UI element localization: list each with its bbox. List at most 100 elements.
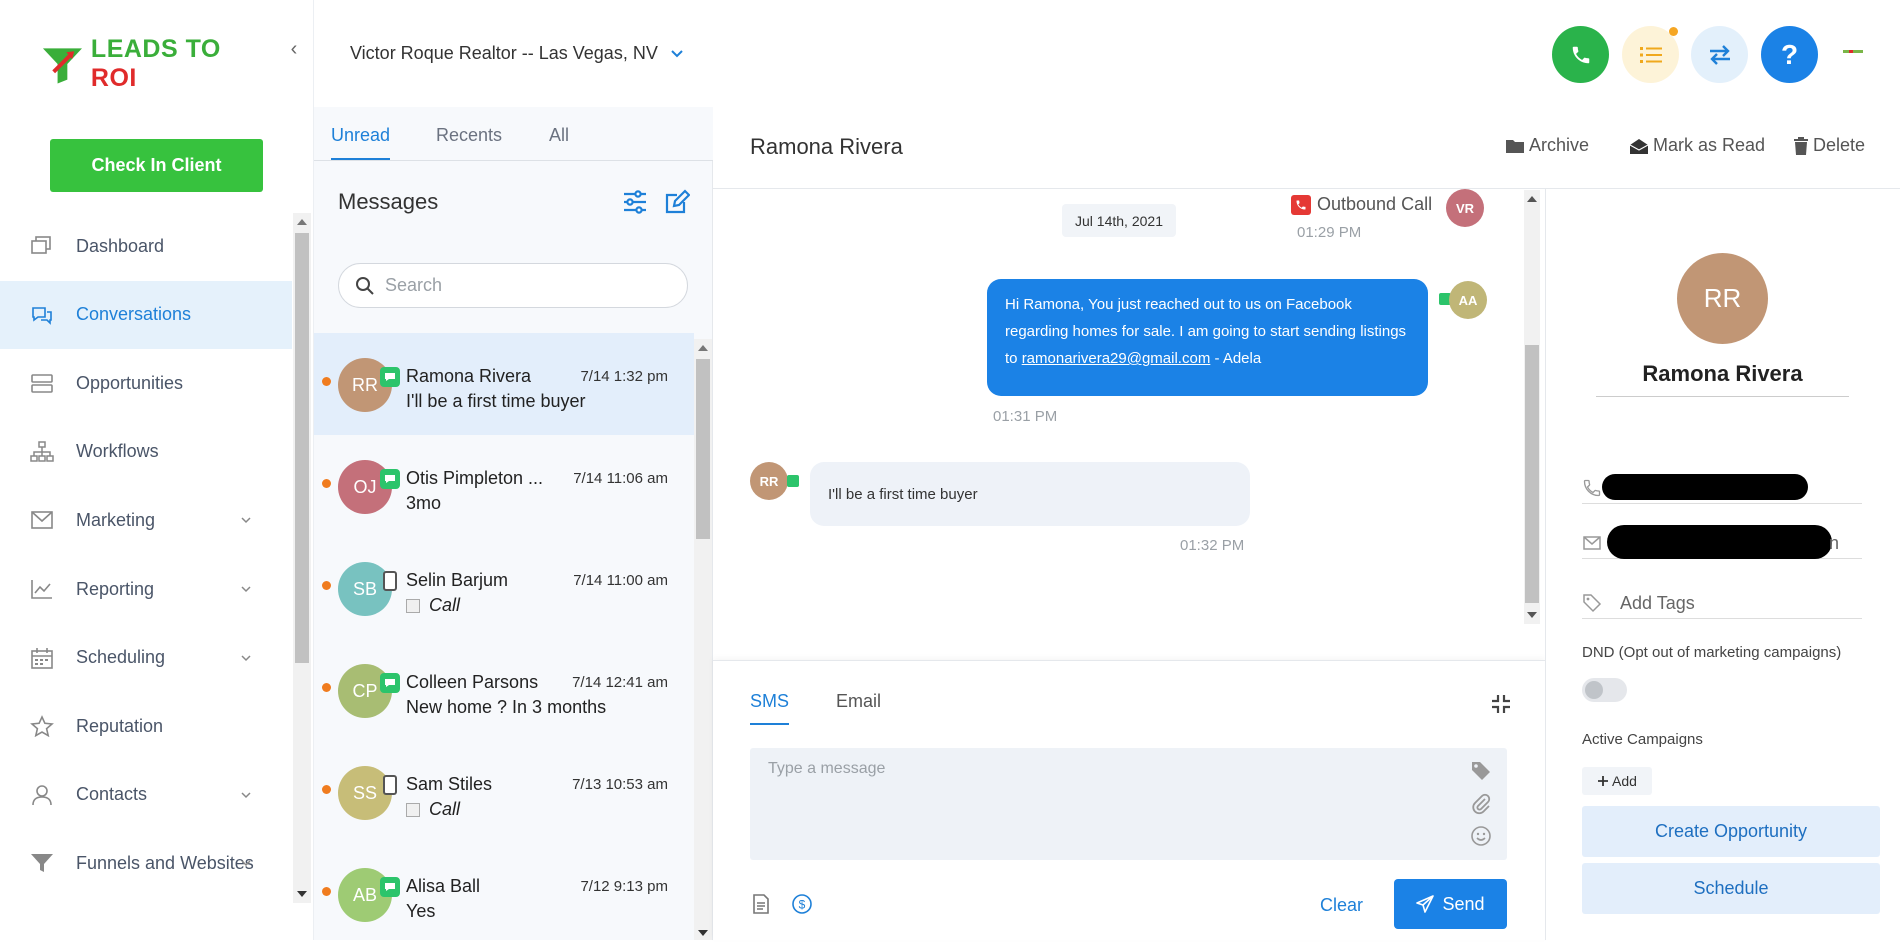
scrollbar-thumb[interactable]: [295, 233, 309, 663]
opportunities-icon: [31, 374, 53, 393]
tab-email[interactable]: Email: [836, 691, 881, 723]
search-input[interactable]: [385, 275, 665, 296]
sidebar-item-label: Scheduling: [76, 647, 166, 668]
sidebar-item-reputation[interactable]: Reputation: [0, 692, 292, 760]
collapse-composer-icon[interactable]: [1490, 693, 1512, 715]
scrollbar-thumb[interactable]: [696, 359, 710, 539]
conversation-item[interactable]: CP Colleen Parsons 7/14 12:41 am New home ?…: [314, 639, 694, 741]
sidebar-item-opportunities[interactable]: Opportunities: [0, 349, 292, 417]
chevron-down-icon: [241, 655, 251, 661]
chevron-down-icon: [241, 517, 251, 524]
sidebar-item-label: Dashboard: [76, 235, 165, 256]
phone-field[interactable]: [1582, 470, 1862, 504]
contact-name[interactable]: Ramona Rivera: [1596, 361, 1849, 397]
funnel-icon: [31, 854, 53, 873]
search-box[interactable]: [338, 263, 688, 308]
sidebar-item-contacts[interactable]: Contacts: [0, 761, 292, 829]
sidebar-item-dashboard[interactable]: Dashboard: [0, 212, 292, 280]
conversation-time: 7/14 11:06 am: [573, 470, 668, 487]
tag-outline-icon: [1583, 594, 1602, 613]
check-in-client-button[interactable]: Check In Client: [50, 139, 263, 192]
user-avatar-icon[interactable]: [1842, 47, 1864, 57]
tag-icon[interactable]: [1470, 760, 1492, 782]
add-campaign-button[interactable]: Add: [1582, 767, 1652, 795]
sidebar-scrollbar[interactable]: [293, 213, 311, 903]
sms-channel-icon: [380, 367, 400, 387]
mark-as-read-button[interactable]: Mark as Read: [1629, 135, 1765, 156]
filter-sliders-icon[interactable]: [622, 189, 648, 215]
folder-icon: [1506, 139, 1524, 153]
scroll-up-arrow-icon[interactable]: [1527, 196, 1537, 202]
collapse-sidebar-chevron-icon[interactable]: ‹: [284, 38, 304, 60]
sidebar-item-workflows[interactable]: Workflows: [0, 418, 292, 486]
email-field[interactable]: n: [1582, 525, 1862, 559]
calendar-icon: [31, 647, 53, 669]
send-button[interactable]: Send: [1394, 879, 1507, 929]
outgoing-message-time: 01:31 PM: [993, 408, 1058, 425]
logo-text: LEADS TO ROI: [90, 35, 221, 92]
message-input[interactable]: [768, 760, 1448, 840]
conversation-item[interactable]: SS Sam Stiles 7/13 10:53 am Call: [314, 741, 694, 843]
incoming-message-bubble: I'll be a first time buyer: [810, 462, 1250, 526]
email-link[interactable]: ramonarivera29@gmail.com: [1022, 350, 1211, 367]
svg-text:$: $: [799, 898, 806, 912]
emoji-smile-icon[interactable]: [1470, 825, 1492, 847]
conversation-item[interactable]: AB Alisa Ball 7/12 9:13 pm Yes: [314, 843, 694, 945]
call-log-icon: [406, 598, 420, 613]
conversation-item[interactable]: RR Ramona Rivera 7/14 1:32 pm I'll be a fir…: [314, 333, 694, 435]
conversation-panel: Ramona Rivera Archive Mark as Read Delet…: [713, 107, 1900, 940]
sidebar-item-marketing[interactable]: Marketing: [0, 486, 292, 554]
scroll-down-arrow-icon[interactable]: [1527, 612, 1537, 618]
attachment-paperclip-icon[interactable]: [1470, 793, 1492, 815]
tab-all[interactable]: All: [549, 125, 569, 158]
conversation-item[interactable]: OJ Otis Pimpleton ... 7/14 11:06 am 3mo: [314, 435, 694, 537]
switch-button[interactable]: [1691, 26, 1748, 83]
sidebar: LEADS TO ROI ‹ Check In Client Dashboard…: [0, 0, 314, 940]
outgoing-message-bubble: Hi Ramona, You just reached out to us on…: [987, 279, 1428, 396]
dnd-toggle[interactable]: [1582, 678, 1627, 702]
scrollbar-thumb[interactable]: [1525, 345, 1539, 603]
conversation-time: 7/14 11:00 am: [573, 572, 668, 589]
open-envelope-icon: [1629, 138, 1649, 154]
schedule-button[interactable]: Schedule: [1582, 863, 1880, 914]
scroll-up-arrow-icon[interactable]: [698, 345, 708, 351]
outbound-call-event[interactable]: Outbound Call: [1291, 194, 1432, 215]
phone-button[interactable]: [1552, 26, 1609, 83]
conversation-item[interactable]: SB Selin Barjum 7/14 11:00 am Call: [314, 537, 694, 639]
scroll-up-arrow-icon[interactable]: [297, 219, 307, 225]
task-list-icon: [1639, 46, 1662, 63]
sidebar-item-label: Reputation: [76, 715, 164, 736]
payment-dollar-icon[interactable]: $: [791, 893, 813, 915]
scroll-down-arrow-icon[interactable]: [297, 891, 307, 897]
tab-unread[interactable]: Unread: [331, 125, 391, 160]
conversation-scrollbar[interactable]: [1524, 190, 1540, 624]
message-list-scrollbar[interactable]: [694, 339, 712, 940]
email-suffix: n: [1829, 533, 1840, 553]
sidebar-item-scheduling[interactable]: Scheduling: [0, 624, 292, 692]
sidebar-item-reporting[interactable]: Reporting: [0, 555, 292, 623]
tags-field[interactable]: Add Tags: [1582, 585, 1862, 619]
create-opportunity-button[interactable]: Create Opportunity: [1582, 806, 1880, 857]
help-button[interactable]: ?: [1761, 26, 1818, 83]
scroll-down-arrow-icon[interactable]: [698, 930, 708, 936]
sms-channel-icon: [380, 877, 400, 897]
tab-sms[interactable]: SMS: [750, 691, 790, 725]
tab-recents[interactable]: Recents: [436, 125, 502, 158]
top-header: Victor Roque Realtor -- Las Vegas, NV ?: [315, 0, 1900, 107]
user-icon: [32, 784, 52, 805]
chat-icon: [32, 306, 52, 325]
conversation-name: Colleen Parsons: [406, 672, 539, 692]
message-input-box: [750, 748, 1507, 860]
delete-button[interactable]: Delete: [1793, 135, 1865, 156]
compose-icon[interactable]: [664, 189, 690, 215]
sidebar-item-conversations[interactable]: Conversations: [0, 280, 292, 349]
account-switcher[interactable]: Victor Roque Realtor -- Las Vegas, NV: [350, 43, 684, 64]
sidebar-item-funnels-and-websites[interactable]: Funnels and Websites: [0, 829, 292, 897]
template-document-icon[interactable]: [750, 893, 772, 915]
logo[interactable]: LEADS TO ROI: [40, 35, 270, 92]
conversation-time: 7/12 9:13 pm: [580, 878, 668, 895]
add-tags-placeholder: Add Tags: [1620, 593, 1695, 613]
archive-button[interactable]: Archive: [1505, 135, 1589, 156]
sidebar-item-label: Funnels and Websites: [76, 852, 254, 873]
clear-button[interactable]: Clear: [1320, 895, 1363, 916]
